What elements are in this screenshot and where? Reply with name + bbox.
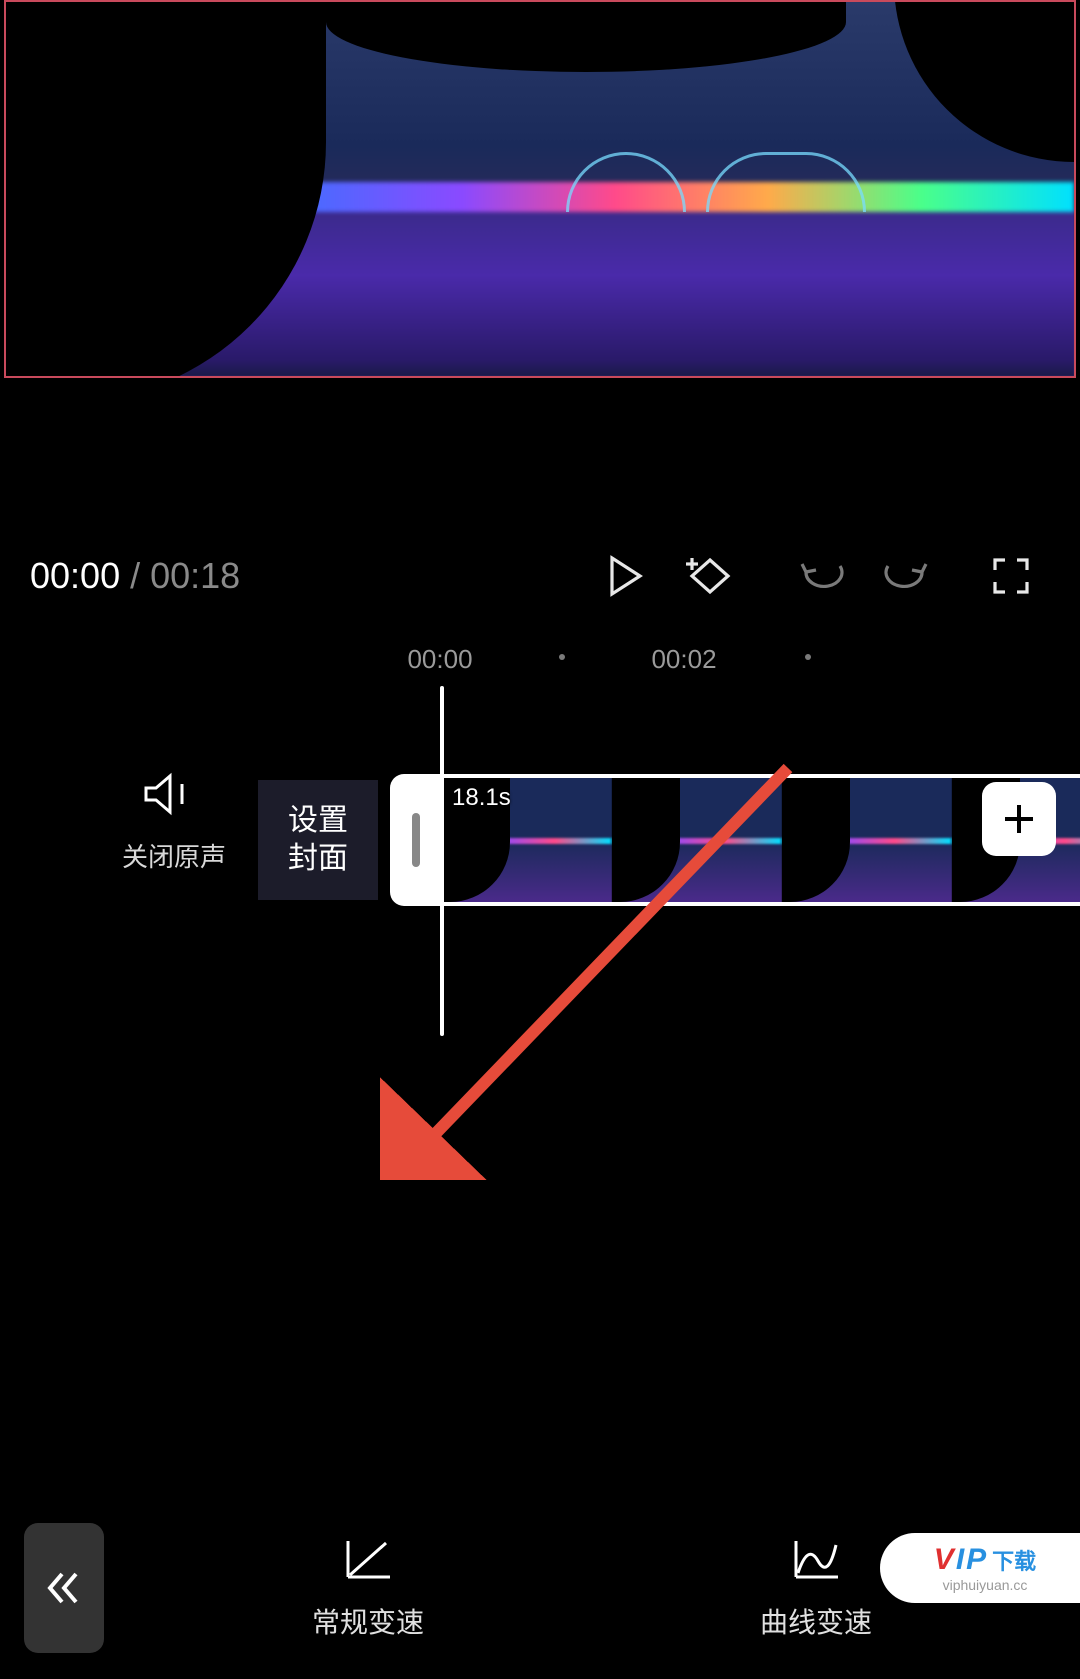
speaker-icon [142,772,192,816]
timeline[interactable]: 00:00 00:02 关闭原声 设置 封面 18.1s [0,622,1080,1042]
video-clip[interactable]: 18.1s [390,774,1080,906]
clip-thumbnail [612,778,782,902]
curve-speed-label: 曲线变速 [760,1601,872,1641]
watermark-badge: VIP 下载 viphuiyuan.cc [880,1533,1080,1603]
plus-icon [1001,801,1037,837]
double-chevron-left-icon [44,1568,84,1608]
time-separator: / [130,555,140,597]
curve-speed-icon [790,1535,842,1583]
clip-duration: 18.1s [452,784,511,812]
total-time: 00:18 [150,555,240,597]
playback-controls: 00:00 / 00:18 [0,538,1080,614]
normal-speed-button[interactable]: 常规变速 [312,1535,424,1641]
add-clip-button[interactable] [982,782,1056,856]
redo-button[interactable] [866,546,944,606]
clip-thumbnail [782,778,952,902]
watermark-url: viphuiyuan.cc [943,1577,1028,1593]
ruler-dot [559,654,565,660]
undo-button[interactable] [784,546,862,606]
undo-icon [800,558,846,594]
clip-left-handle[interactable] [390,774,442,906]
back-button[interactable] [24,1523,104,1653]
keyframe-add-icon [682,554,732,598]
current-time: 00:00 [30,555,120,597]
ruler-dot [805,654,811,660]
curve-speed-button[interactable]: 曲线变速 [760,1535,872,1641]
mute-original-audio-button[interactable]: 关闭原声 [122,772,212,874]
watermark-text: 下载 [992,1544,1036,1576]
watermark-p: P [966,1543,986,1577]
cover-label-1: 设置 [288,804,348,837]
set-cover-button[interactable]: 设置 封面 [258,780,378,900]
video-preview[interactable] [4,0,1076,378]
mute-label: 关闭原声 [122,837,212,874]
linear-speed-icon [342,1535,394,1583]
time-ruler: 00:00 00:02 [0,644,1080,674]
keyframe-button[interactable] [668,546,746,606]
watermark-v: V [934,1543,954,1577]
normal-speed-label: 常规变速 [312,1601,424,1641]
watermark-i: I [956,1543,964,1577]
play-icon [606,554,644,598]
redo-icon [882,558,928,594]
play-button[interactable] [586,546,664,606]
ruler-tick: 00:00 [407,644,472,675]
ruler-tick: 00:02 [651,644,716,675]
cover-label-2: 封面 [288,842,348,875]
fullscreen-icon [991,556,1031,596]
playhead[interactable] [440,686,444,1036]
fullscreen-button[interactable] [972,546,1050,606]
